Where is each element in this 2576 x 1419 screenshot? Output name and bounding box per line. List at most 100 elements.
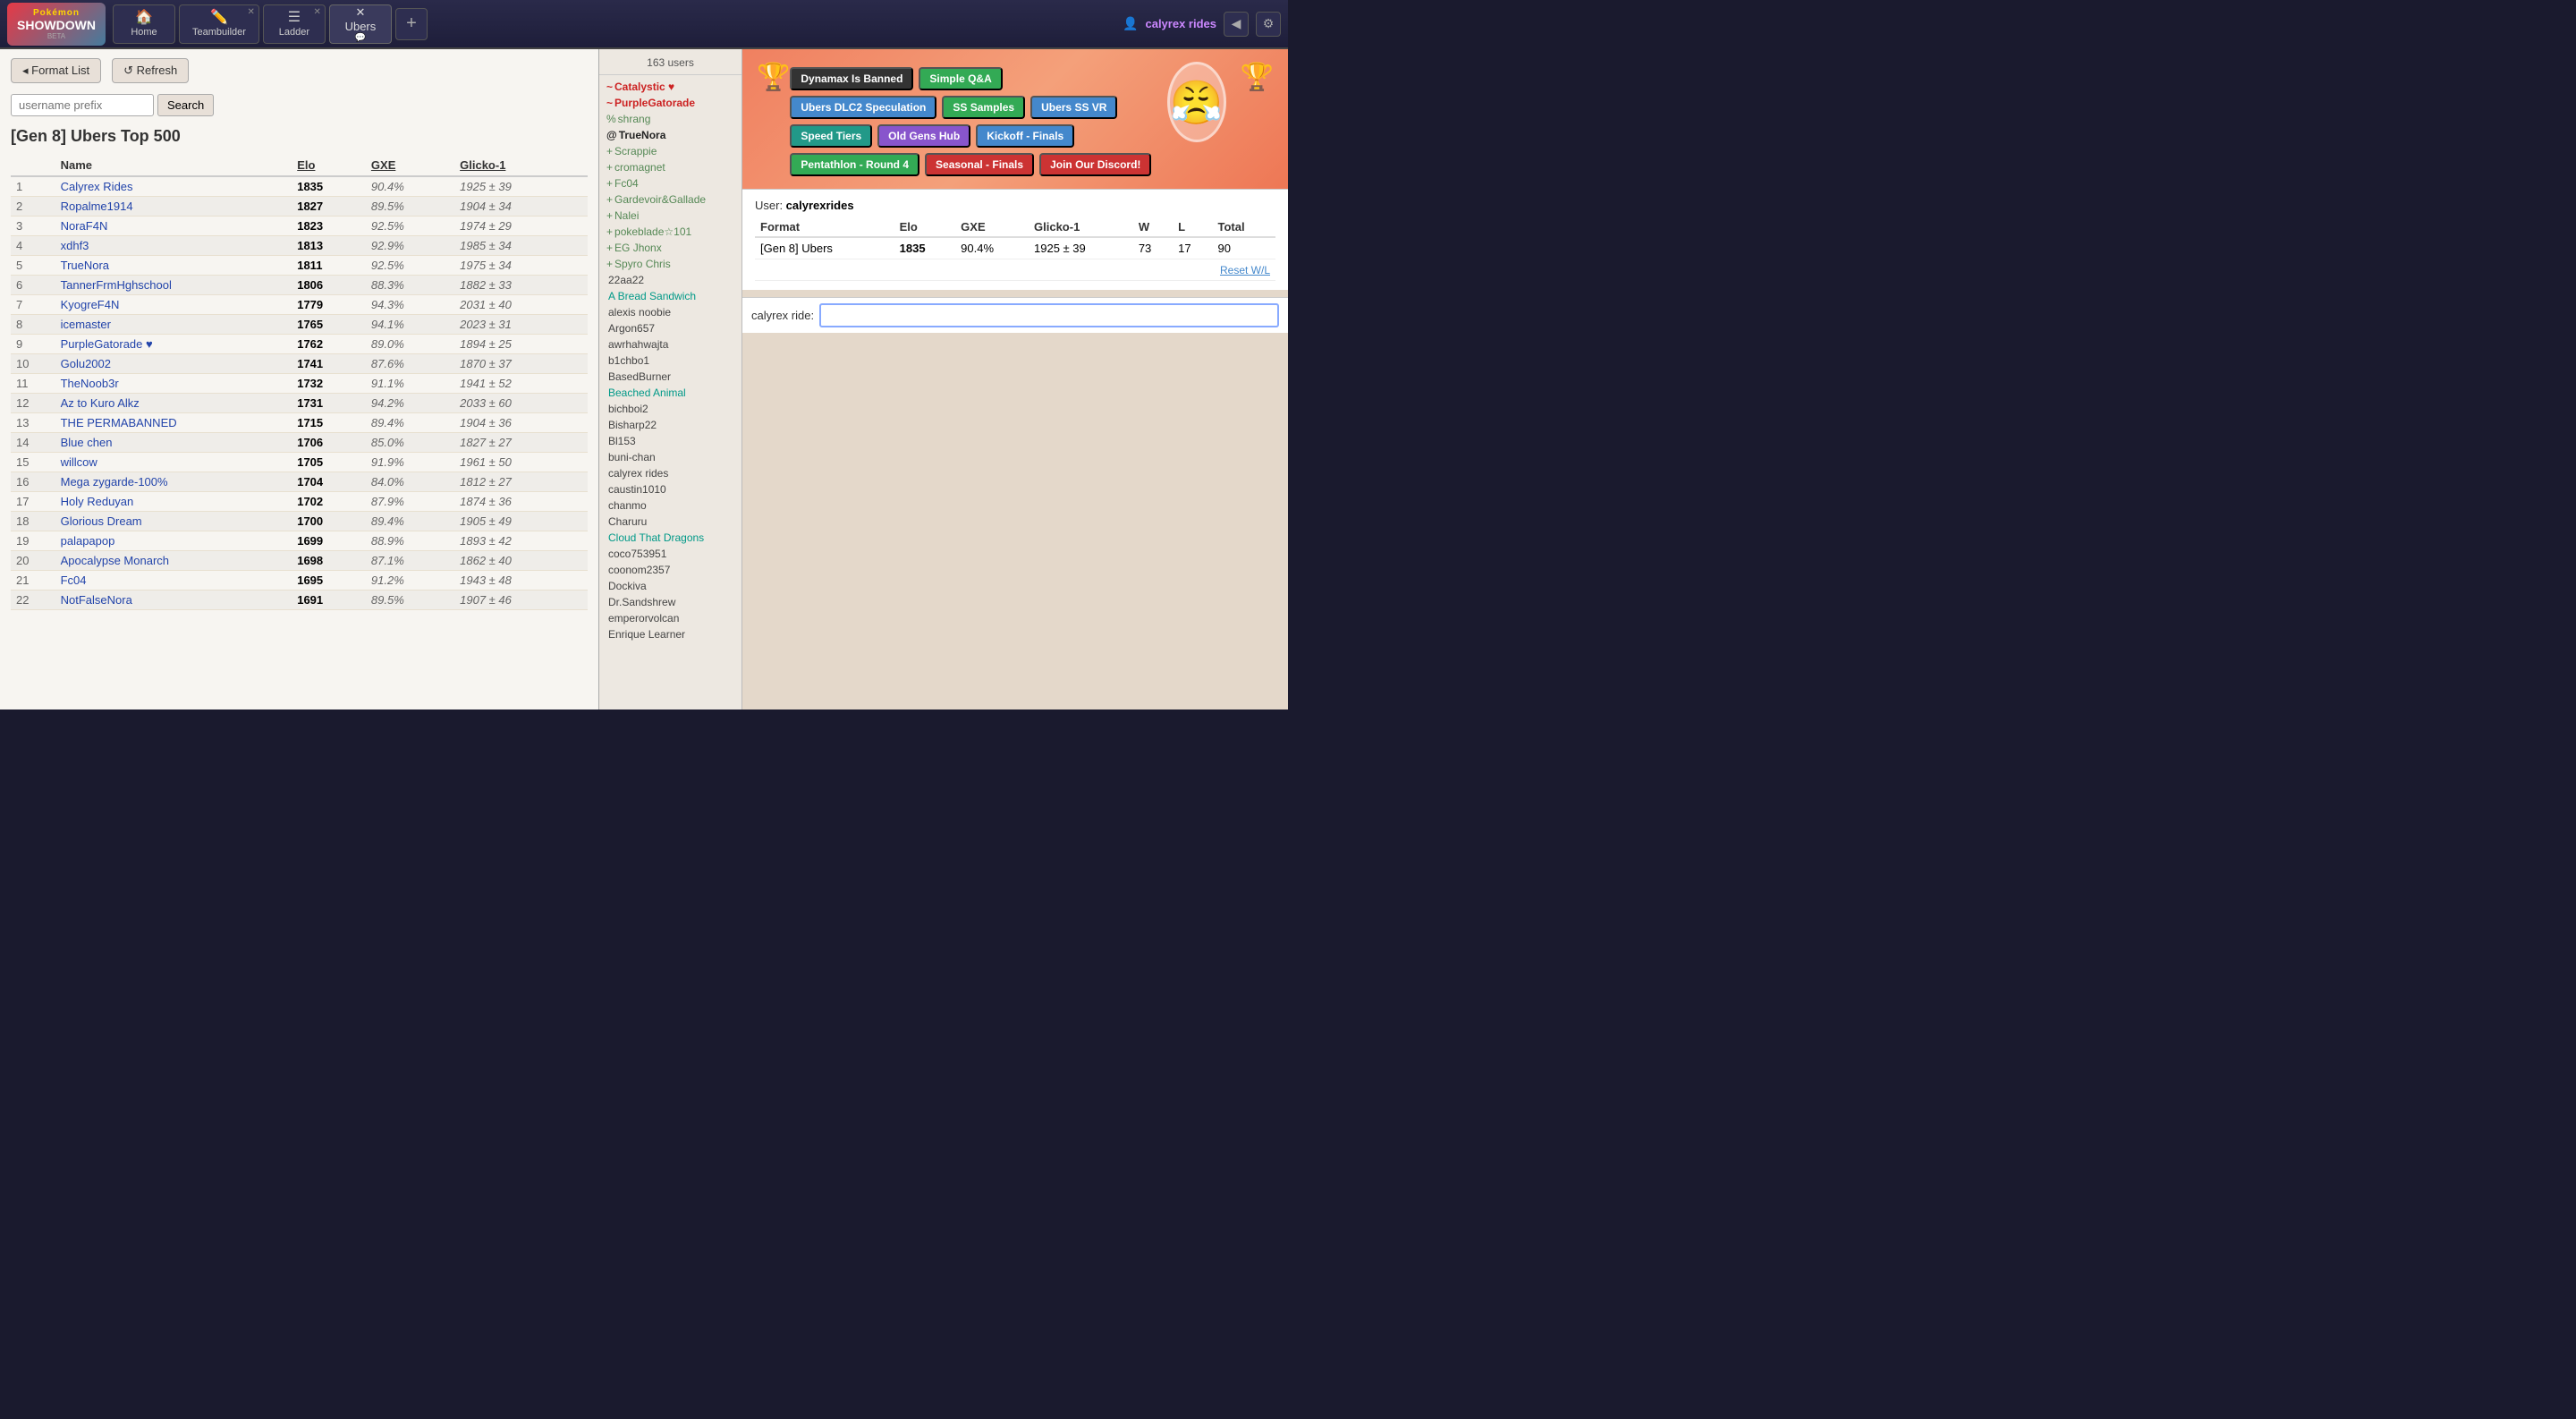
table-row[interactable]: 20 Apocalypse Monarch 1698 87.1% 1862 ± … [11, 551, 588, 571]
ubers-close-icon[interactable]: ✕ [355, 5, 365, 20]
list-item[interactable]: calyrex rides [599, 465, 741, 481]
banner-tag-button[interactable]: Pentathlon - Round 4 [790, 153, 919, 176]
table-row[interactable]: 16 Mega zygarde-100% 1704 84.0% 1812 ± 2… [11, 472, 588, 492]
name-cell[interactable]: willcow [55, 453, 292, 472]
table-row[interactable]: 17 Holy Reduyan 1702 87.9% 1874 ± 36 [11, 492, 588, 512]
name-cell[interactable]: Az to Kuro Alkz [55, 394, 292, 413]
name-cell[interactable]: Fc04 [55, 571, 292, 591]
list-item[interactable]: %shrang [599, 111, 741, 127]
list-item[interactable]: ~PurpleGatorade [599, 95, 741, 111]
banner-tag-button[interactable]: Dynamax Is Banned [790, 67, 913, 90]
list-item[interactable]: +Gardevoir&Gallade [599, 191, 741, 208]
list-item[interactable]: Dockiva [599, 578, 741, 594]
name-cell[interactable]: Ropalme1914 [55, 197, 292, 217]
table-row[interactable]: 2 Ropalme1914 1827 89.5% 1904 ± 34 [11, 197, 588, 217]
table-row[interactable]: 4 xdhf3 1813 92.9% 1985 ± 34 [11, 236, 588, 256]
table-row[interactable]: 9 PurpleGatorade ♥ 1762 89.0% 1894 ± 25 [11, 335, 588, 354]
list-item[interactable]: Dr.Sandshrew [599, 594, 741, 610]
banner-tag-button[interactable]: Seasonal - Finals [925, 153, 1034, 176]
name-cell[interactable]: NoraF4N [55, 217, 292, 236]
list-item[interactable]: BasedBurner [599, 369, 741, 385]
table-row[interactable]: 19 palapapop 1699 88.9% 1893 ± 42 [11, 531, 588, 551]
name-cell[interactable]: TannerFrmHghschool [55, 276, 292, 295]
table-row[interactable]: 12 Az to Kuro Alkz 1731 94.2% 2033 ± 60 [11, 394, 588, 413]
list-item[interactable]: Argon657 [599, 320, 741, 336]
list-item[interactable]: 22aa22 [599, 272, 741, 288]
table-row[interactable]: 3 NoraF4N 1823 92.5% 1974 ± 29 [11, 217, 588, 236]
name-cell[interactable]: PurpleGatorade ♥ [55, 335, 292, 354]
list-item[interactable]: +Fc04 [599, 175, 741, 191]
refresh-button[interactable]: ↺ Refresh [112, 58, 189, 83]
chat-input[interactable] [819, 303, 1279, 327]
name-cell[interactable]: TrueNora [55, 256, 292, 276]
banner-tag-button[interactable]: Old Gens Hub [877, 124, 970, 148]
name-cell[interactable]: TheNoob3r [55, 374, 292, 394]
list-item[interactable]: +Nalei [599, 208, 741, 224]
table-row[interactable]: 14 Blue chen 1706 85.0% 1827 ± 27 [11, 433, 588, 453]
list-item[interactable]: +cromagnet [599, 159, 741, 175]
list-item[interactable]: Enrique Learner [599, 626, 741, 642]
list-item[interactable]: +Spyro Chris [599, 256, 741, 272]
name-cell[interactable]: Mega zygarde-100% [55, 472, 292, 492]
tab-ladder[interactable]: ✕ ☰ Ladder [263, 4, 326, 44]
list-item[interactable]: +pokeblade☆101 [599, 224, 741, 240]
list-item[interactable]: @TrueNora [599, 127, 741, 143]
banner-tag-button[interactable]: Simple Q&A [919, 67, 1002, 90]
list-item[interactable]: Charuru [599, 514, 741, 530]
list-item[interactable]: +Scrappie [599, 143, 741, 159]
teambuilder-close-icon[interactable]: ✕ [248, 7, 255, 17]
name-cell[interactable]: NotFalseNora [55, 591, 292, 610]
list-item[interactable]: buni-chan [599, 449, 741, 465]
list-item[interactable]: awrhahwajta [599, 336, 741, 353]
search-input[interactable] [11, 94, 154, 116]
list-item[interactable]: alexis noobie [599, 304, 741, 320]
table-row[interactable]: 15 willcow 1705 91.9% 1961 ± 50 [11, 453, 588, 472]
name-cell[interactable]: Blue chen [55, 433, 292, 453]
list-item[interactable]: +EG Jhonx [599, 240, 741, 256]
list-item[interactable]: coco753951 [599, 546, 741, 562]
list-item[interactable]: coonom2357 [599, 562, 741, 578]
list-item[interactable]: A Bread Sandwich [599, 288, 741, 304]
name-cell[interactable]: THE PERMABANNED [55, 413, 292, 433]
name-cell[interactable]: Golu2002 [55, 354, 292, 374]
search-button[interactable]: Search [157, 94, 214, 116]
list-item[interactable]: Bisharp22 [599, 417, 741, 433]
table-row[interactable]: 13 THE PERMABANNED 1715 89.4% 1904 ± 36 [11, 413, 588, 433]
add-tab-button[interactable]: + [395, 8, 428, 40]
table-row[interactable]: 21 Fc04 1695 91.2% 1943 ± 48 [11, 571, 588, 591]
list-item[interactable]: emperorvolcan [599, 610, 741, 626]
list-item[interactable]: b1chbo1 [599, 353, 741, 369]
tab-home[interactable]: 🏠 Home [113, 4, 175, 44]
list-item[interactable]: ~Catalystic ♥ [599, 79, 741, 95]
reset-wl-link[interactable]: Reset W/L [1220, 264, 1270, 276]
tab-ubers[interactable]: ✕ Ubers 💬 [329, 4, 392, 44]
table-row[interactable]: 6 TannerFrmHghschool 1806 88.3% 1882 ± 3… [11, 276, 588, 295]
format-list-button[interactable]: ◂ Format List [11, 58, 101, 83]
username-link[interactable]: calyrex rides [1145, 17, 1216, 30]
table-row[interactable]: 18 Glorious Dream 1700 89.4% 1905 ± 49 [11, 512, 588, 531]
col-gxe[interactable]: GXE [366, 155, 454, 176]
list-item[interactable]: Cloud That Dragons [599, 530, 741, 546]
name-cell[interactable]: palapapop [55, 531, 292, 551]
list-item[interactable]: Beached Animal [599, 385, 741, 401]
col-elo[interactable]: Elo [292, 155, 366, 176]
prev-button[interactable]: ◀ [1224, 12, 1249, 37]
name-cell[interactable]: Holy Reduyan [55, 492, 292, 512]
table-row[interactable]: 5 TrueNora 1811 92.5% 1975 ± 34 [11, 256, 588, 276]
banner-tag-button[interactable]: Speed Tiers [790, 124, 872, 148]
name-cell[interactable]: xdhf3 [55, 236, 292, 256]
name-cell[interactable]: Calyrex Rides [55, 176, 292, 197]
name-cell[interactable]: Glorious Dream [55, 512, 292, 531]
banner-tag-button[interactable]: Join Our Discord! [1039, 153, 1151, 176]
list-item[interactable]: chanmo [599, 497, 741, 514]
ladder-close-icon[interactable]: ✕ [314, 7, 321, 17]
banner-tag-button[interactable]: Kickoff - Finals [976, 124, 1074, 148]
banner-tag-button[interactable]: SS Samples [942, 96, 1025, 119]
col-glicko[interactable]: Glicko-1 [454, 155, 588, 176]
col-name[interactable]: Name [55, 155, 292, 176]
tab-teambuilder[interactable]: ✕ ✏️ Teambuilder [179, 4, 259, 44]
list-item[interactable]: caustin1010 [599, 481, 741, 497]
banner-tag-button[interactable]: Ubers SS VR [1030, 96, 1117, 119]
table-row[interactable]: 11 TheNoob3r 1732 91.1% 1941 ± 52 [11, 374, 588, 394]
table-row[interactable]: 22 NotFalseNora 1691 89.5% 1907 ± 46 [11, 591, 588, 610]
